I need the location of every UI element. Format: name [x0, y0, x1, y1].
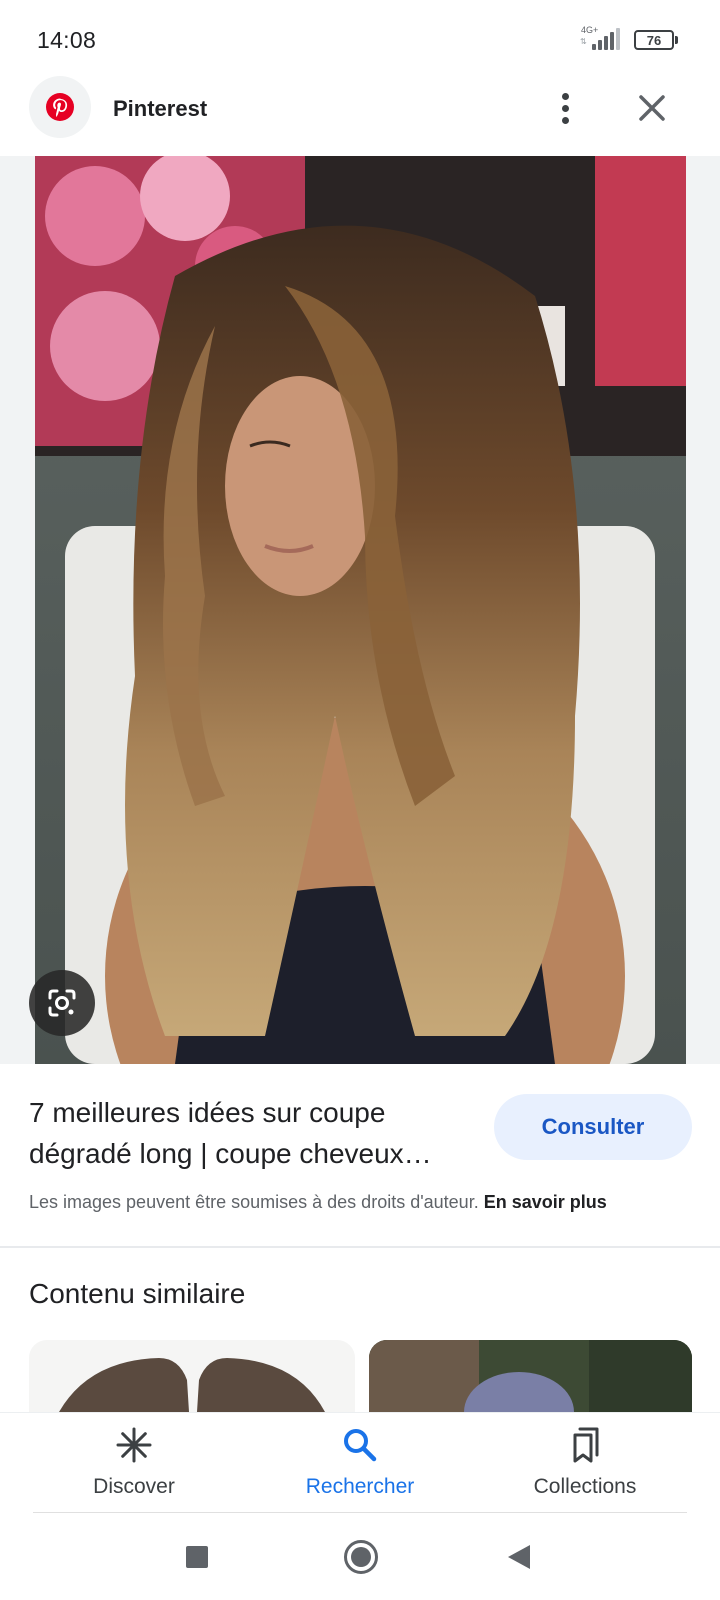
signal-bar — [592, 44, 596, 50]
image-preview-area — [0, 156, 720, 1064]
similar-image-thumbnail — [369, 1340, 692, 1412]
google-lens-icon — [48, 989, 76, 1017]
nav-item-discover[interactable]: Discover — [34, 1413, 234, 1517]
signal-bar — [604, 36, 608, 50]
similar-image-card[interactable] — [29, 1340, 355, 1412]
similar-content-heading: Contenu similaire — [29, 1278, 246, 1309]
square-icon[interactable] — [186, 1546, 208, 1568]
bottom-navigation: Discover Rechercher Collections — [0, 1412, 720, 1516]
copyright-text: Les images peuvent être soumises à des d… — [29, 1192, 479, 1212]
result-title-line: dégradé long | coupe cheveux… — [29, 1138, 432, 1169]
system-navigation-bar — [0, 1516, 720, 1600]
close-glyph — [639, 95, 665, 121]
result-title-line: 7 meilleures idées sur coupe — [29, 1097, 386, 1128]
result-title[interactable]: 7 meilleures idées sur coupe dégradé lon… — [29, 1092, 469, 1174]
nav-label: Discover — [93, 1475, 175, 1498]
close-icon[interactable] — [632, 88, 672, 128]
section-divider — [0, 1246, 720, 1248]
menu-dot — [561, 116, 569, 124]
triangle-back-icon[interactable] — [508, 1545, 530, 1569]
data-arrows-icon: ⇅ — [580, 37, 587, 46]
google-lens-button[interactable] — [29, 970, 95, 1036]
nav-divider — [33, 1512, 687, 1513]
status-bar: 14:08 4G+ ⇅ 76 — [0, 0, 720, 76]
menu-dot — [561, 92, 569, 100]
status-time: 14:08 — [37, 27, 97, 53]
battery-level: 76 — [646, 32, 662, 48]
circle-icon[interactable] — [344, 1540, 378, 1574]
signal-bar — [610, 32, 614, 50]
nav-label: Rechercher — [305, 1475, 415, 1498]
main-image[interactable] — [35, 156, 686, 1064]
copyright-notice: Les images peuvent être soumises à des d… — [29, 1192, 607, 1213]
signal-icon: 4G+ ⇅ — [578, 26, 626, 52]
learn-more-link[interactable]: En savoir plus — [484, 1192, 607, 1212]
nav-item-search[interactable]: Rechercher — [260, 1413, 460, 1517]
network-type-label: 4G+ — [581, 25, 599, 35]
battery-icon: 76 — [634, 30, 674, 50]
nav-label: Collections — [533, 1475, 637, 1498]
site-name[interactable]: Pinterest — [113, 96, 207, 122]
visit-button[interactable]: Consulter — [494, 1094, 692, 1160]
battery-tip — [675, 36, 678, 44]
similar-image-card[interactable] — [369, 1340, 692, 1412]
pinterest-logo-icon[interactable] — [29, 76, 91, 138]
more-vert-icon[interactable] — [550, 86, 580, 130]
signal-bar — [598, 40, 602, 50]
nav-item-collections[interactable]: Collections — [485, 1413, 685, 1517]
home-dot — [351, 1547, 371, 1567]
signal-bar — [616, 28, 620, 50]
asterisk-icon — [116, 1427, 152, 1463]
hairstyle-photo — [35, 156, 686, 1064]
search-icon — [344, 1429, 377, 1462]
source-header: Pinterest — [0, 76, 720, 156]
similar-image-thumbnail — [29, 1340, 355, 1412]
menu-dot — [561, 104, 569, 112]
pinterest-logo-glyph — [46, 93, 74, 121]
bookmarks-icon — [573, 1427, 599, 1463]
